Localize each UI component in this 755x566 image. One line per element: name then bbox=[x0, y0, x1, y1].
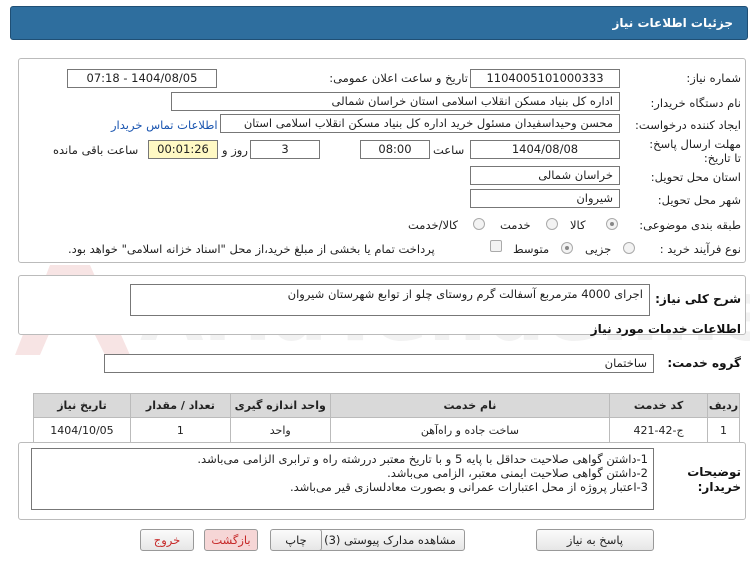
cell-row: 1 bbox=[707, 417, 740, 443]
requester-label: ایجاد کننده درخواست: bbox=[635, 118, 741, 132]
category-option-goods: کالا bbox=[570, 218, 586, 232]
page-title: جزئیات اطلاعات نیاز bbox=[612, 16, 733, 30]
info-panel bbox=[18, 58, 746, 263]
description-label: شرح کلی نیاز: bbox=[655, 292, 741, 306]
col-date: تاریخ نیاز bbox=[33, 393, 131, 418]
services-table-header: ردیف کد خدمت نام خدمت واحد اندازه گیری ت… bbox=[33, 393, 740, 418]
col-code: کد خدمت bbox=[609, 393, 709, 418]
services-section-title: اطلاعات خدمات مورد نیاز bbox=[590, 322, 741, 336]
cell-date: 1404/10/05 bbox=[33, 417, 131, 443]
buyer-org-field: اداره کل بنیاد مسکن انقلاب اسلامی استان … bbox=[171, 92, 620, 111]
col-row: ردیف bbox=[707, 393, 740, 418]
province-label: استان محل تحویل: bbox=[650, 170, 741, 184]
cell-name: ساخت جاده و راه‌آهن bbox=[329, 417, 611, 443]
header-bar: جزئیات اطلاعات نیاز bbox=[10, 6, 748, 40]
description-field: اجرای 4000 مترمربع آسفالت گرم روستای چلو… bbox=[130, 284, 650, 316]
deadline-date-field: 1404/08/08 bbox=[470, 140, 620, 159]
days-label: روز و bbox=[222, 143, 248, 157]
process-option-minor: جزیی bbox=[585, 242, 612, 256]
category-radio-goods-service[interactable] bbox=[473, 218, 485, 230]
deadline-time-field: 08:00 bbox=[360, 140, 430, 159]
buyer-notes-label: توضیحات خریدار: bbox=[687, 465, 741, 494]
need-number-label: شماره نیاز: bbox=[686, 71, 741, 85]
cell-unit: واحد bbox=[229, 417, 331, 443]
city-field: شیروان bbox=[470, 189, 620, 208]
requester-field: محسن وحیداسفیدان مسئول خرید اداره کل بنی… bbox=[220, 114, 620, 133]
time-remaining-label: ساعت باقی مانده bbox=[53, 143, 139, 157]
deadline-label: مهلت ارسال پاسخ: تا تاریخ: bbox=[649, 137, 741, 165]
city-label: شهر محل تحویل: bbox=[657, 193, 741, 207]
col-name: نام خدمت bbox=[329, 393, 611, 418]
process-type-label: نوع فرآیند خرید : bbox=[659, 242, 741, 256]
buyer-notes-field[interactable]: 1-داشتن گواهی صلاحیت حداقل با پایه 5 و ب… bbox=[31, 448, 654, 510]
need-number-field: 1104005101000333 bbox=[470, 69, 620, 88]
exit-button[interactable]: خروج bbox=[140, 529, 194, 551]
deadline-time-label: ساعت bbox=[433, 143, 465, 157]
time-remaining-field: 00:01:26 bbox=[148, 140, 218, 159]
buyer-org-label: نام دستگاه خریدار: bbox=[650, 96, 741, 110]
category-radio-goods[interactable] bbox=[606, 218, 618, 230]
treasury-payment-note: پرداخت تمام یا بخشی از مبلغ خرید،از محل … bbox=[68, 242, 435, 256]
back-button[interactable]: بازگشت bbox=[204, 529, 258, 551]
table-row: 1 ج-42-421 ساخت جاده و راه‌آهن واحد 1 14… bbox=[33, 417, 740, 443]
buyer-contact-link[interactable]: اطلاعات تماس خریدار bbox=[111, 118, 218, 132]
service-group-field: ساختمان bbox=[104, 354, 654, 373]
view-attachments-button[interactable]: مشاهده مدارک پیوستی (3) bbox=[315, 529, 465, 551]
process-radio-medium[interactable] bbox=[561, 242, 573, 254]
col-qty: تعداد / مقدار bbox=[129, 393, 231, 418]
process-option-medium: متوسط bbox=[513, 242, 550, 256]
days-remaining-field: 3 bbox=[250, 140, 320, 159]
category-radio-service[interactable] bbox=[546, 218, 558, 230]
service-group-label: گروه خدمت: bbox=[667, 356, 741, 370]
reply-button[interactable]: پاسخ به نیاز bbox=[536, 529, 654, 551]
category-option-service: خدمت bbox=[500, 218, 531, 232]
services-table: ردیف کد خدمت نام خدمت واحد اندازه گیری ت… bbox=[33, 393, 740, 443]
announce-datetime-field: 1404/08/05 - 07:18 bbox=[67, 69, 217, 88]
col-unit: واحد اندازه گیری bbox=[229, 393, 331, 418]
province-field: خراسان شمالی bbox=[470, 166, 620, 185]
cell-code: ج-42-421 bbox=[609, 417, 709, 443]
process-radio-minor[interactable] bbox=[623, 242, 635, 254]
treasury-payment-checkbox[interactable] bbox=[490, 240, 502, 252]
print-button[interactable]: چاپ bbox=[270, 529, 322, 551]
category-option-goods-service: کالا/خدمت bbox=[408, 218, 459, 232]
cell-qty: 1 bbox=[129, 417, 231, 443]
category-label: طبقه بندی موضوعی: bbox=[639, 218, 741, 232]
announce-datetime-label: تاریخ و ساعت اعلان عمومی: bbox=[329, 71, 468, 85]
